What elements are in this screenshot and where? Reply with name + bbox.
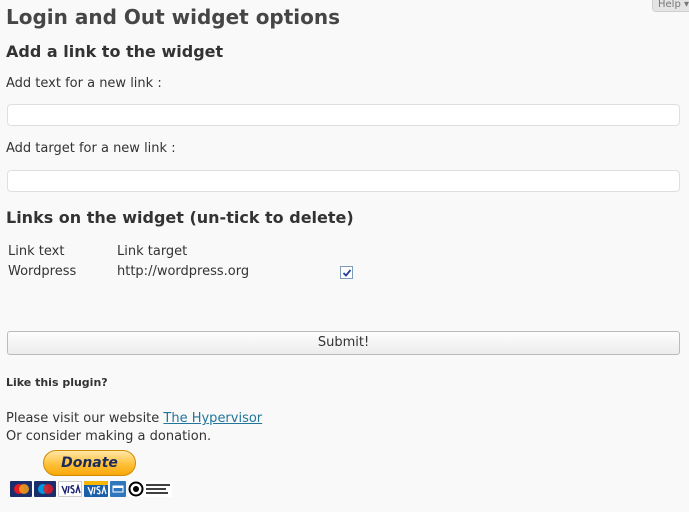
donate-button[interactable]: Donate	[43, 450, 136, 476]
visa-icon	[58, 481, 82, 497]
column-header-link-text: Link text	[8, 244, 65, 259]
add-link-heading: Add a link to the widget	[6, 42, 224, 61]
checkmark-icon	[342, 269, 352, 277]
links-heading: Links on the widget (un-tick to delete)	[6, 208, 354, 227]
visit-prefix: Please visit our website	[6, 411, 164, 426]
page-title: Login and Out widget options	[6, 5, 341, 29]
link-target-label: Add target for a new link :	[6, 141, 176, 156]
maestro-icon	[34, 481, 56, 497]
visa-electron-icon	[84, 481, 108, 497]
column-header-link-target: Link target	[117, 244, 188, 259]
table-row: Wordpress http://wordpress.org	[8, 264, 408, 282]
link-text-input[interactable]	[7, 104, 680, 126]
amex-icon	[110, 481, 126, 497]
links-table-header: Link text Link target	[8, 244, 408, 262]
link-target-cell: http://wordpress.org	[117, 264, 250, 279]
hypervisor-link[interactable]: The Hypervisor	[163, 411, 262, 426]
direct-debit-icon	[128, 481, 172, 497]
link-target-input[interactable]	[7, 170, 680, 192]
help-tab[interactable]: Help ▾	[652, 0, 689, 12]
keep-link-checkbox[interactable]	[340, 266, 353, 279]
link-text-label: Add text for a new link :	[6, 76, 162, 91]
mastercard-icon	[10, 481, 32, 497]
submit-button[interactable]: Submit!	[7, 331, 680, 355]
visit-website-text: Please visit our website The Hypervisor	[6, 411, 262, 426]
donation-text: Or consider making a donation.	[6, 429, 212, 444]
link-text-cell: Wordpress	[8, 264, 77, 279]
like-plugin-heading: Like this plugin?	[6, 376, 108, 389]
